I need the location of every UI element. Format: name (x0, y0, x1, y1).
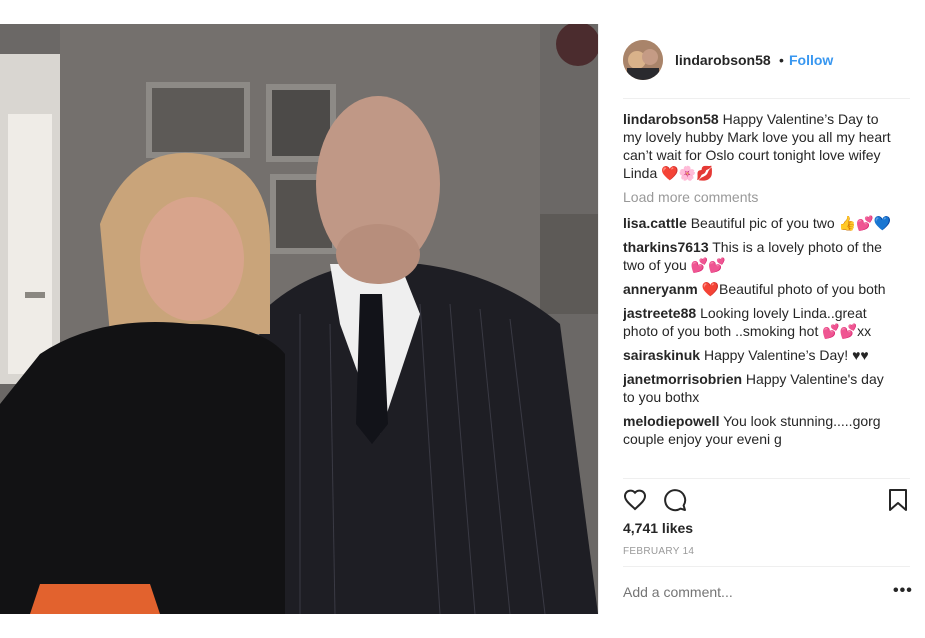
add-comment-input[interactable] (623, 584, 873, 600)
post-photo[interactable] (0, 24, 598, 614)
comment-item: anneryanm ❤️Beautiful photo of you both (623, 280, 898, 298)
comment-item: jastreete88 Looking lovely Linda..great … (623, 304, 898, 340)
post-header: lindarobson58 • Follow (599, 24, 925, 98)
follow-button[interactable]: Follow (789, 52, 833, 68)
comment-text: ❤️Beautiful photo of you both (701, 281, 886, 297)
heart-icon[interactable] (623, 488, 647, 517)
comment-username[interactable]: tharkins7613 (623, 239, 709, 255)
photo-illustration (0, 24, 598, 614)
caption: lindarobson58 Happy Valentine’s Day to m… (623, 110, 898, 182)
load-more-comments-button[interactable]: Load more comments (623, 188, 898, 206)
comment-item: lisa.cattle Beautiful pic of you two 👍💕💙 (623, 214, 898, 232)
comment-username[interactable]: janetmorrisobrien (623, 371, 742, 387)
comment-bubble-icon[interactable] (663, 488, 687, 517)
comments-list[interactable]: lindarobson58 Happy Valentine’s Day to m… (623, 110, 898, 478)
comment-username[interactable]: lisa.cattle (623, 215, 687, 231)
comment-item: melodiepowell You look stunning.....gorg… (623, 412, 898, 448)
post-date[interactable]: FEBRUARY 14 (623, 546, 694, 557)
comment-item: tharkins7613 This is a lovely photo of t… (623, 238, 898, 274)
comment-username[interactable]: sairaskinuk (623, 347, 700, 363)
comment-username[interactable]: anneryanm (623, 281, 698, 297)
comment-item: janetmorrisobrien Happy Valentine's day … (623, 370, 898, 406)
header-divider (623, 98, 910, 99)
bookmark-icon[interactable] (887, 488, 909, 517)
comment-item: sairaskinuk Happy Valentine’s Day! ♥♥ (623, 346, 898, 364)
comment-username[interactable]: melodiepowell (623, 413, 719, 429)
header-separator: • (779, 52, 784, 68)
header-username[interactable]: lindarobson58 (675, 52, 771, 68)
actions-divider (623, 478, 910, 479)
more-options-icon[interactable]: ••• (893, 582, 913, 600)
likes-count[interactable]: 4,741 likes (623, 520, 693, 536)
comment-text: Happy Valentine’s Day! ♥♥ (703, 347, 869, 363)
post-details-panel: lindarobson58 • Follow lindarobson58 Hap… (598, 24, 925, 614)
avatar-image (623, 40, 663, 80)
instagram-post: lindarobson58 • Follow lindarobson58 Hap… (0, 24, 925, 614)
comment-text: Beautiful pic of you two 👍💕💙 (690, 215, 891, 231)
caption-username[interactable]: lindarobson58 (623, 111, 719, 127)
comment-username[interactable]: jastreete88 (623, 305, 696, 321)
avatar[interactable] (623, 40, 663, 80)
add-comment-divider (623, 566, 910, 567)
